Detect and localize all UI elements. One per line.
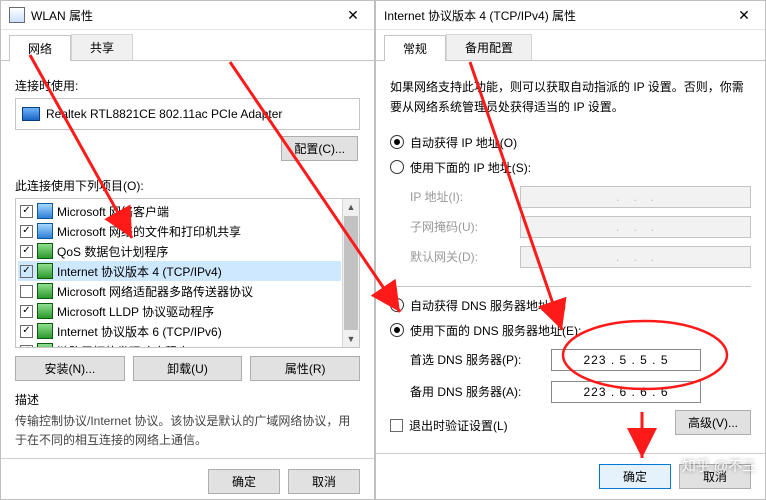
list-item[interactable]: ✓ 链路层拓扑发现响应程序 (18, 341, 341, 348)
checkbox[interactable] (20, 285, 33, 298)
protocol-icon (37, 243, 53, 259)
protocol-icon (37, 263, 53, 279)
dns1-field[interactable]: 223 . 5 . 5 . 5 (551, 349, 701, 371)
wlan-tabs: 网络 共享 (1, 34, 374, 61)
install-button[interactable]: 安装(N)... (15, 356, 125, 381)
list-item-label: QoS 数据包计划程序 (57, 243, 168, 260)
scrollbar[interactable]: ▲ ▼ (342, 199, 359, 347)
radio-ip-auto[interactable]: 自动获得 IP 地址(O) (390, 134, 751, 151)
nic-icon (22, 107, 40, 121)
ok-button[interactable]: 确定 (208, 469, 280, 494)
tab-alternate[interactable]: 备用配置 (446, 34, 532, 60)
list-item[interactable]: ✓ Microsoft 网络的文件和打印机共享 (18, 221, 341, 241)
description-text: 传输控制协议/Internet 协议。该协议是默认的广域网络协议，用于在不同的相… (15, 412, 360, 450)
wlan-title: WLAN 属性 (31, 7, 332, 24)
close-icon[interactable]: ✕ (723, 1, 765, 29)
checkbox[interactable]: ✓ (20, 345, 33, 349)
gateway-field: . . . (520, 246, 751, 268)
ok-button[interactable]: 确定 (599, 464, 671, 489)
ipv4-title: Internet 协议版本 4 (TCP/IPv4) 属性 (384, 7, 723, 24)
checkbox[interactable]: ✓ (20, 225, 33, 238)
checkbox[interactable]: ✓ (20, 265, 33, 278)
protocol-icon (37, 223, 53, 239)
radio-icon (390, 298, 404, 312)
checkbox[interactable]: ✓ (20, 305, 33, 318)
ipv4-titlebar: Internet 协议版本 4 (TCP/IPv4) 属性 ✕ (376, 1, 765, 30)
uninstall-button[interactable]: 卸载(U) (133, 356, 243, 381)
protocol-icon (37, 283, 53, 299)
ipv4-properties-dialog: Internet 协议版本 4 (TCP/IPv4) 属性 ✕ 常规 备用配置 … (375, 0, 766, 500)
checkbox[interactable]: ✓ (20, 245, 33, 258)
tab-network[interactable]: 网络 (9, 35, 71, 61)
ip-address-label: IP 地址(I): (410, 188, 510, 205)
list-item[interactable]: ✓ Internet 协议版本 4 (TCP/IPv4) (18, 261, 341, 281)
protocol-icon (37, 303, 53, 319)
list-item-label: Microsoft 网络客户端 (57, 203, 169, 220)
radio-dns-manual[interactable]: 使用下面的 DNS 服务器地址(E): (390, 322, 751, 339)
dns2-label: 备用 DNS 服务器(A): (410, 383, 545, 400)
subnet-mask-label: 子网掩码(U): (410, 218, 510, 235)
dns2-field[interactable]: 223 . 6 . 6 . 6 (551, 381, 701, 403)
list-item-label: Internet 协议版本 4 (TCP/IPv4) (57, 263, 222, 280)
adapter-name: Realtek RTL8821CE 802.11ac PCIe Adapter (46, 107, 282, 121)
radio-ip-auto-label: 自动获得 IP 地址(O) (410, 134, 517, 151)
list-item[interactable]: ✓ QoS 数据包计划程序 (18, 241, 341, 261)
tab-general[interactable]: 常规 (384, 35, 446, 61)
adapter-field: Realtek RTL8821CE 802.11ac PCIe Adapter (15, 98, 360, 130)
gateway-label: 默认网关(D): (410, 248, 510, 265)
list-item-label: Microsoft 网络适配器多路传送器协议 (57, 283, 253, 300)
list-item[interactable]: Microsoft 网络适配器多路传送器协议 (18, 281, 341, 301)
radio-ip-manual-label: 使用下面的 IP 地址(S): (410, 159, 531, 176)
list-item-label: Microsoft 网络的文件和打印机共享 (57, 223, 241, 240)
radio-dns-manual-label: 使用下面的 DNS 服务器地址(E): (410, 322, 581, 339)
configure-button[interactable]: 配置(C)... (281, 136, 358, 161)
ip-address-field: . . . (520, 186, 751, 208)
close-icon[interactable]: ✕ (332, 1, 374, 29)
protocol-icon (37, 203, 53, 219)
radio-icon (390, 135, 404, 149)
divider (386, 286, 751, 287)
tab-share[interactable]: 共享 (71, 34, 133, 60)
wlan-titlebar: WLAN 属性 ✕ (1, 1, 374, 30)
items-list: ✓ Microsoft 网络客户端 ✓ Microsoft 网络的文件和打印机共享 ✓ Q… (15, 198, 360, 348)
radio-ip-manual[interactable]: 使用下面的 IP 地址(S): (390, 159, 751, 176)
scroll-up-icon[interactable]: ▲ (343, 199, 359, 215)
cancel-button[interactable]: 取消 (288, 469, 360, 494)
dns1-label: 首选 DNS 服务器(P): (410, 351, 545, 368)
advanced-button[interactable]: 高级(V)... (675, 410, 751, 435)
wlan-properties-dialog: WLAN 属性 ✕ 网络 共享 连接时使用: Realtek RTL8821CE… (0, 0, 375, 500)
list-item-label: Internet 协议版本 6 (TCP/IPv6) (57, 323, 222, 340)
subnet-mask-field: . . . (520, 216, 751, 238)
scroll-down-icon[interactable]: ▼ (343, 331, 359, 347)
list-item[interactable]: ✓ Internet 协议版本 6 (TCP/IPv6) (18, 321, 341, 341)
protocol-icon (37, 323, 53, 339)
ipv4-tabs: 常规 备用配置 (376, 34, 765, 61)
wlan-icon (9, 7, 25, 23)
radio-icon (390, 160, 404, 174)
properties-button[interactable]: 属性(R) (250, 356, 360, 381)
protocol-icon (37, 343, 53, 348)
description-title: 描述 (15, 391, 360, 408)
radio-icon (390, 323, 404, 337)
scroll-thumb[interactable] (344, 216, 358, 330)
list-item-label: 链路层拓扑发现响应程序 (57, 343, 189, 349)
connect-using-label: 连接时使用: (15, 77, 360, 94)
checkbox[interactable]: ✓ (20, 325, 33, 338)
list-item[interactable]: ✓ Microsoft 网络客户端 (18, 201, 341, 221)
items-label: 此连接使用下列项目(O): (15, 177, 360, 194)
intro-text: 如果网络支持此功能，则可以获取自动指派的 IP 设置。否则，你需要从网络系统管理… (390, 77, 751, 118)
radio-dns-auto-label: 自动获得 DNS 服务器地址(B) (410, 297, 566, 314)
radio-dns-auto[interactable]: 自动获得 DNS 服务器地址(B) (390, 297, 751, 314)
list-item-label: Microsoft LLDP 协议驱动程序 (57, 303, 214, 320)
watermark: 知乎 @不三 (682, 456, 756, 476)
list-item[interactable]: ✓ Microsoft LLDP 协议驱动程序 (18, 301, 341, 321)
checkbox[interactable]: ✓ (20, 205, 33, 218)
